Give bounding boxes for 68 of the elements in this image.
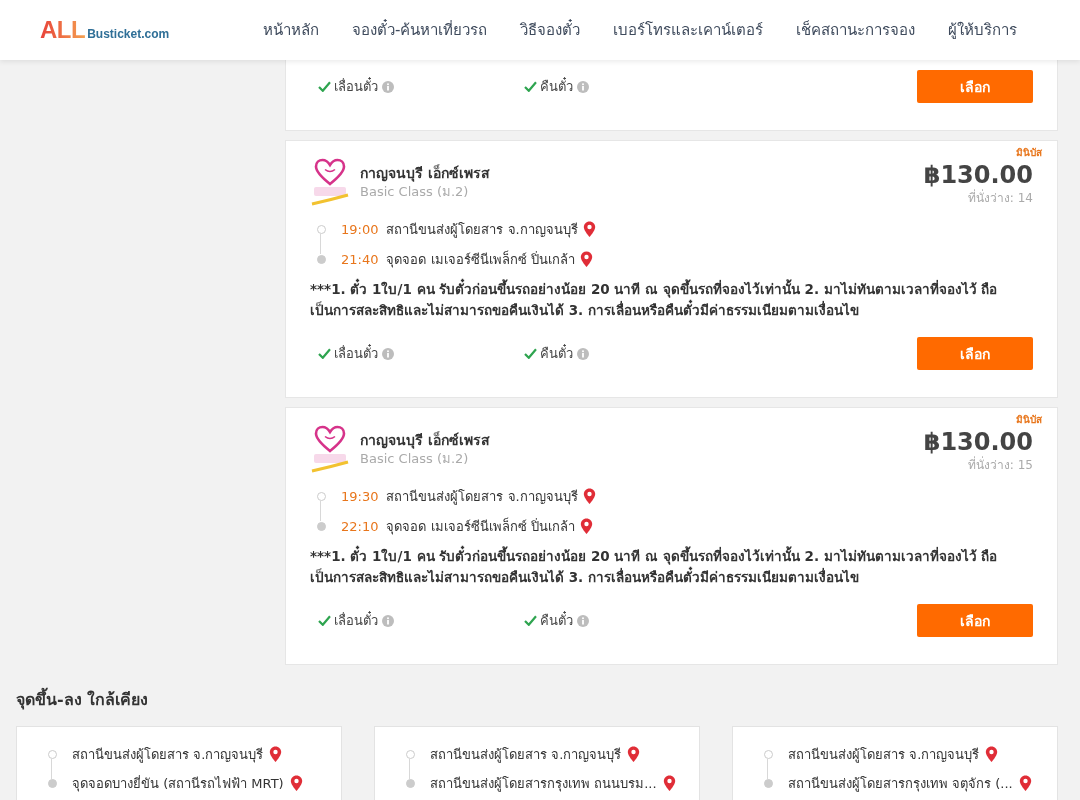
seats-available: ที่นั่งว่าง: 14 bbox=[967, 190, 1033, 206]
route-line bbox=[409, 759, 410, 779]
logo-domain[interactable]: Busticket.com bbox=[87, 27, 170, 41]
stop-name: สถานีขนส่งผู้โดยสาร จ.กาญจนบุรี bbox=[72, 746, 264, 765]
stop-dot-icon bbox=[405, 779, 415, 788]
nav-link[interactable]: วิธีจองตั๋ว bbox=[520, 18, 581, 42]
map-pin-icon[interactable] bbox=[269, 746, 283, 763]
map-pin-icon[interactable] bbox=[289, 775, 303, 792]
stop-dot-icon bbox=[405, 750, 415, 759]
route-line bbox=[51, 759, 52, 779]
seats-available: ที่นั่งว่าง: 15 bbox=[967, 457, 1033, 473]
seat-class: Basic Class (ม.2) bbox=[360, 182, 470, 201]
seat-class: Basic Class (ม.2) bbox=[360, 449, 470, 468]
route-line bbox=[320, 234, 321, 254]
feature-label: เลื่อนตั๋ว bbox=[334, 610, 378, 630]
route-card[interactable]: สถานีขนส่งผู้โดยสาร จ.กาญจนบุรี สถานีขนส่งผู้โดยสารกรุงเทพ จตุจักร (... bbox=[732, 726, 1058, 800]
feature-label: เลื่อนตั๋ว bbox=[334, 76, 378, 96]
operator-name: กาญจนบุรี เอ็กซ์เพรส bbox=[360, 163, 490, 183]
map-pin-icon[interactable] bbox=[662, 775, 676, 792]
stop-name: สถานีขนส่งผู้โดยสารกรุงเทพ ถนนบรม... bbox=[430, 775, 657, 794]
stop-name: จุดจอด เมเจอร์ซีนีเพล็กซ์ ปิ่นเกล้า bbox=[386, 516, 575, 537]
nav-link[interactable]: จองตั๋ว-ค้นหาเที่ยวรถ bbox=[352, 18, 488, 42]
feature-label: คืนตั๋ว bbox=[540, 343, 573, 363]
departure-time: 19:30 bbox=[341, 488, 379, 504]
stop-name: จุดจอด เมเจอร์ซีนีเพล็กซ์ ปิ่นเกล้า bbox=[386, 249, 575, 270]
stop-dot-icon bbox=[316, 224, 326, 234]
price: ฿130.00 bbox=[923, 160, 1033, 189]
departure-time: 21:40 bbox=[341, 251, 379, 267]
stop-name: สถานีขนส่งผู้โดยสาร จ.กาญจนบุรี bbox=[430, 746, 622, 765]
feature-label: คืนตั๋ว bbox=[540, 76, 573, 96]
vehicle-type: มินิบัส bbox=[1016, 413, 1042, 427]
stop-name: สถานีขนส่งผู้โดยสาร จ.กาญจนบุรี bbox=[788, 746, 980, 765]
map-pin-icon[interactable] bbox=[582, 220, 596, 238]
stop-name: สถานีขนส่งผู้โดยสารกรุงเทพ จตุจักร (... bbox=[788, 775, 1013, 794]
map-pin-icon[interactable] bbox=[582, 487, 596, 505]
trip-conditions: ***1. ตั๋ว 1ใบ/1 คน รับตั๋วก่อนขึ้นรถอย่างน้อย 20 นาที ณ จุดขึ้นรถที่จองไว้เท่านั้น 2. มาไม่ทันตามเวลาที่จองไว้ ถือเป็นการสละสิทธิและไม่สามารถขอคืนเงินได้ 3. การเลื่อนหรือคืนตั๋วมีค่าธรรมเนียมตามเงื่อนไข bbox=[310, 546, 1033, 588]
map-pin-icon[interactable] bbox=[579, 250, 593, 268]
feature-label: เลื่อนตั๋ว bbox=[334, 343, 378, 363]
section-heading: จุดขึ้น-ลง ใกล้เคียง bbox=[16, 689, 1064, 711]
stop-dot-icon bbox=[47, 779, 57, 788]
nav-link[interactable]: เบอร์โทรและเคาน์เตอร์ bbox=[613, 18, 764, 42]
route-line bbox=[767, 759, 768, 779]
nav-link[interactable]: หน้าหลัก bbox=[263, 18, 319, 42]
stop-name: สถานีขนส่งผู้โดยสาร จ.กาญจนบุรี bbox=[386, 220, 578, 240]
map-pin-icon[interactable] bbox=[1018, 775, 1032, 792]
trip-conditions: ***1. ตั๋ว 1ใบ/1 คน รับตั๋วก่อนขึ้นรถอย่างน้อย 20 นาที ณ จุดขึ้นรถที่จองไว้เท่านั้น 2. มาไม่ทันตามเวลาที่จองไว้ ถือเป็นการสละสิทธิและไม่สามารถขอคืนเงินได้ 3. การเลื่อนหรือคืนตั๋วมีค่าธรรมเนียมตามเงื่อนไข bbox=[310, 279, 1033, 321]
stop-dot-icon bbox=[763, 750, 773, 759]
map-pin-icon[interactable] bbox=[627, 746, 641, 763]
stop-dot-icon bbox=[316, 491, 326, 501]
vehicle-type: มินิบัส bbox=[1016, 146, 1042, 160]
operator-name: กาญจนบุรี เอ็กซ์เพรส bbox=[360, 430, 490, 450]
nav-link[interactable]: เช็คสถานะการจอง bbox=[796, 18, 916, 42]
map-pin-icon[interactable] bbox=[579, 517, 593, 535]
map-pin-icon[interactable] bbox=[985, 746, 999, 763]
stop-dot-icon bbox=[763, 779, 773, 788]
route-card[interactable]: สถานีขนส่งผู้โดยสาร จ.กาญจนบุรี จุดจอดบางยี่ขัน (สถานีรถไฟฟ้า MRT) bbox=[16, 726, 342, 800]
nav-link[interactable]: ผู้ให้บริการ bbox=[948, 18, 1018, 42]
stop-dot-icon bbox=[316, 521, 326, 531]
stop-dot-icon bbox=[47, 750, 57, 759]
price: ฿130.00 bbox=[923, 427, 1033, 456]
departure-time: 19:00 bbox=[341, 221, 379, 237]
route-card[interactable]: สถานีขนส่งผู้โดยสาร จ.กาญจนบุรี สถานีขนส่งผู้โดยสารกรุงเทพ ถนนบรม... bbox=[374, 726, 700, 800]
departure-time: 22:10 bbox=[341, 518, 379, 534]
stop-name: สถานีขนส่งผู้โดยสาร จ.กาญจนบุรี bbox=[386, 487, 578, 507]
feature-label: คืนตั๋ว bbox=[540, 610, 573, 630]
stop-dot-icon bbox=[316, 254, 326, 264]
stop-name: จุดจอดบางยี่ขัน (สถานีรถไฟฟ้า MRT) bbox=[72, 774, 284, 794]
route-line bbox=[320, 501, 321, 521]
